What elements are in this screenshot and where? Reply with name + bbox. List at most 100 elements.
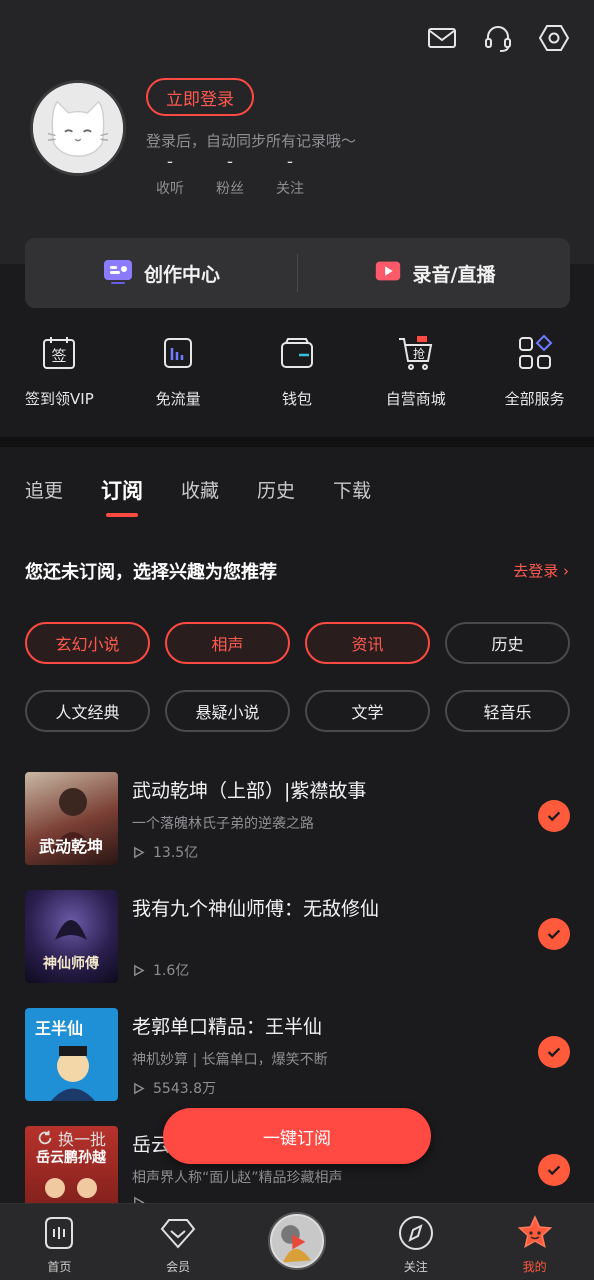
selected-check-button[interactable]	[538, 918, 570, 950]
header-actions	[426, 22, 570, 54]
album-cover: 王半仙	[25, 1008, 118, 1101]
service-sign-in[interactable]: 签 签到领VIP	[4, 334, 114, 409]
item-subtitle: 神机妙算 | 长篇单口，爆笑不断	[132, 1052, 328, 1068]
play-icon	[134, 1082, 145, 1094]
stat-label: 粉丝	[216, 181, 244, 197]
profile-star-icon	[516, 1214, 554, 1252]
play-count: 1.6亿	[132, 960, 189, 980]
item-title: 老郭单口精品：王半仙	[132, 1016, 323, 1038]
item-title: 武动乾坤（上部）|紫襟故事	[132, 780, 367, 802]
album-cover: 武动乾坤	[25, 772, 118, 865]
recommend-title: 您还未订阅，选择兴趣为您推荐	[25, 562, 277, 583]
service-label: 签到领VIP	[25, 390, 94, 408]
list-item[interactable]: 武动乾坤 武动乾坤（上部）|紫襟故事 一个落魄林氏子弟的逆袭之路 13.5亿	[25, 772, 570, 890]
nav-label: 关注	[403, 1260, 428, 1274]
list-item[interactable]: 神仙师傅 我有九个神仙师傅：无敌修仙 1.6亿	[25, 890, 570, 1008]
selected-check-button[interactable]	[538, 1154, 570, 1186]
item-subtitle: 相声界人称“面儿赵”精品珍藏相声	[132, 1170, 343, 1186]
refresh-batch-button[interactable]: 换一批	[36, 1126, 106, 1150]
chip-history[interactable]: 历史	[445, 622, 570, 664]
creation-center-icon	[102, 255, 134, 292]
service-all[interactable]: 全部服务	[480, 334, 590, 409]
nav-mine[interactable]: 我的	[476, 1204, 594, 1280]
login-hint: 登录后，自动同步所有记录哦～	[146, 132, 357, 150]
stat-listen[interactable]: - 收听	[145, 152, 195, 198]
nav-label: 会员	[166, 1260, 191, 1274]
home-icon	[40, 1214, 78, 1252]
chip-humanities[interactable]: 人文经典	[25, 690, 150, 732]
chip-crosstalk[interactable]: 相声	[165, 622, 290, 664]
stat-following[interactable]: - 关注	[265, 152, 315, 198]
section-divider	[0, 437, 594, 447]
chip-news[interactable]: 资讯	[305, 622, 430, 664]
record-live-button[interactable]: 录音/直播	[298, 256, 570, 291]
cover-text: 岳云鹏孙越	[36, 1149, 107, 1166]
play-count-value: 13.5亿	[153, 845, 199, 861]
all-services-icon	[516, 334, 554, 372]
services-row: 签 签到领VIP 免流量 钱包 抢 自营商城 全部服务	[0, 334, 594, 409]
refresh-icon	[38, 1130, 52, 1145]
recommend-list: 武动乾坤 武动乾坤（上部）|紫襟故事 一个落魄林氏子弟的逆袭之路 13.5亿 神…	[25, 772, 570, 1244]
chevron-right-icon: ›	[563, 562, 569, 580]
chip-xuanhuan[interactable]: 玄幻小说	[25, 622, 150, 664]
nav-vip[interactable]: 会员	[119, 1204, 237, 1280]
nav-label: 首页	[47, 1260, 72, 1274]
selected-check-button[interactable]	[538, 800, 570, 832]
tab-updates[interactable]: 追更	[25, 476, 63, 506]
go-login-link[interactable]: 去登录 ›	[513, 560, 569, 581]
album-cover: 神仙师傅	[25, 890, 118, 983]
selected-check-button[interactable]	[538, 1036, 570, 1068]
service-mall[interactable]: 抢 自营商城	[361, 334, 471, 409]
nav-follow[interactable]: 关注	[357, 1204, 475, 1280]
stat-label: 收听	[156, 181, 184, 197]
item-title: 我有九个神仙师傅：无敌修仙	[132, 898, 380, 920]
login-button[interactable]: 立即登录	[146, 78, 254, 116]
svg-text:抢: 抢	[413, 346, 425, 361]
creation-card: 创作中心 录音/直播	[25, 238, 570, 308]
cover-text: 神仙师傅	[43, 955, 99, 972]
stat-value: -	[286, 152, 294, 172]
cover-text: 王半仙	[35, 1019, 83, 1038]
interest-chips: 玄幻小说 相声 资讯 历史 人文经典 悬疑小说 文学 轻音乐	[25, 622, 570, 732]
tab-downloads[interactable]: 下载	[333, 476, 371, 506]
creation-center-label: 创作中心	[143, 263, 220, 286]
chip-light-music[interactable]: 轻音乐	[445, 690, 570, 732]
play-icon	[134, 846, 145, 858]
service-wallet[interactable]: 钱包	[242, 334, 352, 409]
svg-text:签: 签	[52, 347, 67, 365]
nav-label: 我的	[522, 1260, 547, 1274]
tab-subscriptions[interactable]: 订阅	[101, 475, 143, 517]
stat-fans[interactable]: - 粉丝	[205, 152, 255, 198]
play-icon	[134, 964, 145, 976]
record-live-label: 录音/直播	[412, 263, 496, 286]
check-icon	[547, 811, 561, 822]
service-data-free[interactable]: 免流量	[123, 334, 233, 409]
play-count-value: 1.6亿	[153, 963, 190, 979]
subscribe-all-button[interactable]: 一键订阅	[163, 1108, 431, 1164]
item-subtitle: 一个落魄林氏子弟的逆袭之路	[132, 816, 314, 832]
record-live-icon	[373, 256, 403, 291]
mail-icon[interactable]	[426, 22, 458, 54]
now-playing-button[interactable]	[238, 1204, 356, 1280]
service-label: 免流量	[155, 390, 201, 408]
chip-suspense[interactable]: 悬疑小说	[165, 690, 290, 732]
vip-diamond-icon	[159, 1214, 197, 1252]
tab-history[interactable]: 历史	[257, 476, 295, 506]
chip-literature[interactable]: 文学	[305, 690, 430, 732]
creation-center-button[interactable]: 创作中心	[25, 255, 297, 292]
headset-icon[interactable]	[482, 22, 514, 54]
stat-label: 关注	[276, 181, 304, 197]
now-playing-disc	[267, 1212, 326, 1270]
service-label: 自营商城	[385, 390, 446, 408]
play-count: 13.5亿	[132, 842, 198, 862]
stat-value: -	[226, 152, 234, 172]
go-login-label: 去登录	[513, 562, 559, 580]
tab-favorites[interactable]: 收藏	[181, 476, 219, 506]
check-icon	[547, 1047, 561, 1058]
nav-home[interactable]: 首页	[0, 1204, 118, 1280]
settings-icon[interactable]	[538, 22, 570, 54]
library-tabs: 追更 订阅 收藏 历史 下载	[25, 475, 371, 517]
avatar[interactable]	[30, 80, 126, 176]
mall-cart-icon: 抢	[397, 334, 435, 372]
check-icon	[547, 929, 561, 940]
